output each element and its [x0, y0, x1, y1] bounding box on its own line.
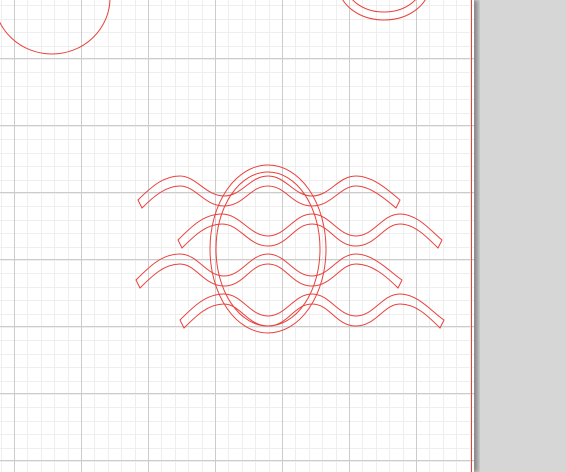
wave-egg-design[interactable]	[135, 164, 445, 334]
wave-strip-4	[179, 293, 445, 329]
page-svg	[0, 0, 474, 472]
egg-outline-outer	[209, 164, 327, 334]
design-page[interactable]	[0, 0, 474, 472]
grid-minor-lines	[0, 0, 474, 472]
grid-major-lines	[0, 0, 474, 472]
workspace-margin	[480, 0, 566, 472]
design-canvas-workspace[interactable]	[0, 0, 566, 472]
